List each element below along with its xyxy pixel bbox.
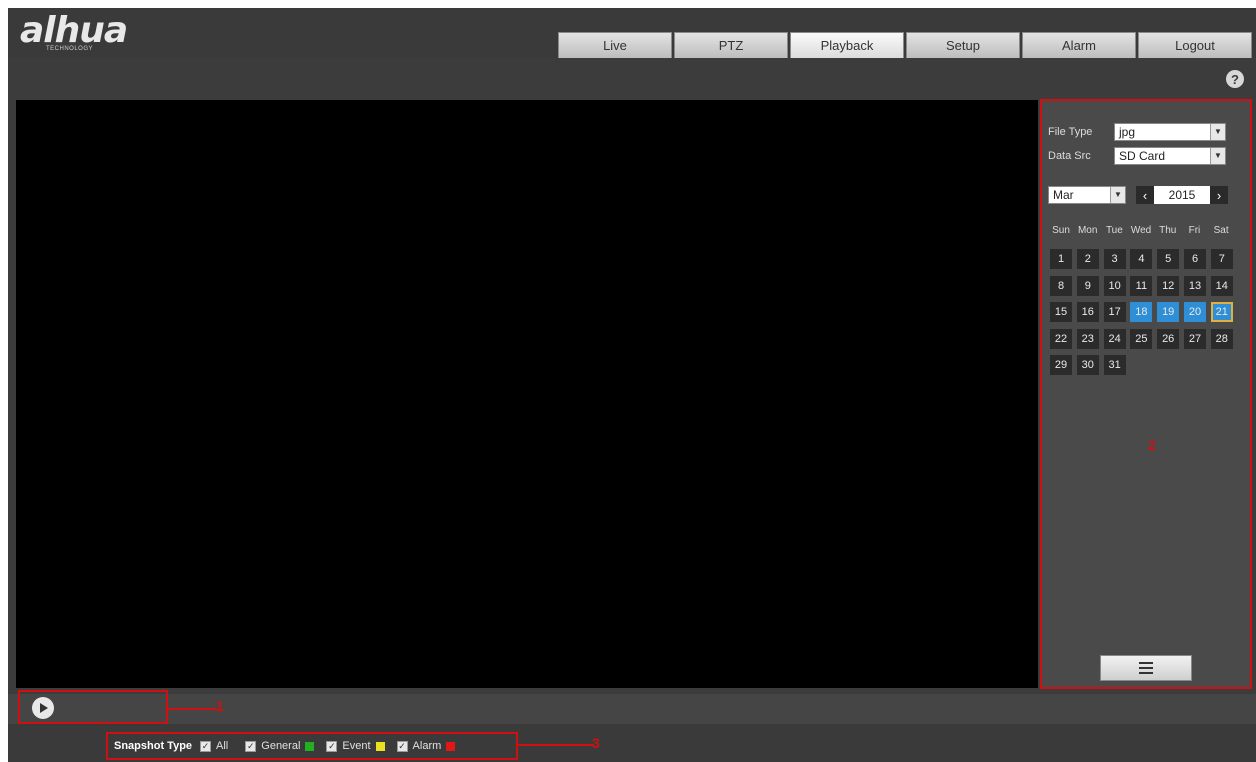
chevron-down-icon: ▼ xyxy=(1110,187,1125,203)
calendar-day[interactable]: 26 xyxy=(1157,328,1180,349)
calendar-day[interactable]: 30 xyxy=(1076,355,1099,375)
snapshot-filter-all[interactable]: ✓ All xyxy=(200,740,233,752)
data-src-row: Data Src SD Card ▼ xyxy=(1048,147,1226,165)
next-year-button[interactable]: › xyxy=(1210,186,1228,204)
play-icon[interactable] xyxy=(32,697,54,719)
weekday-label: Wed xyxy=(1130,225,1152,236)
list-icon xyxy=(1139,662,1153,674)
calendar-day[interactable]: 15 xyxy=(1050,302,1072,322)
file-list-button[interactable] xyxy=(1100,655,1192,681)
calendar-day[interactable]: 21 xyxy=(1210,302,1233,322)
month-select[interactable]: Mar ▼ xyxy=(1048,186,1126,204)
calendar-day[interactable]: 27 xyxy=(1184,328,1206,349)
file-type-select[interactable]: jpg ▼ xyxy=(1114,123,1226,141)
data-src-label: Data Src xyxy=(1048,150,1091,162)
snapshot-type-bar: Snapshot Type ✓ All ✓ General ✓ Event ✓ … xyxy=(8,724,1256,762)
snapshot-all-label: All xyxy=(216,740,229,752)
calendar-day[interactable]: 16 xyxy=(1076,302,1099,322)
snapshot-type-region: Snapshot Type ✓ All ✓ General ✓ Event ✓ … xyxy=(106,732,518,760)
weekday-label: Tue xyxy=(1105,225,1123,236)
calendar-day[interactable]: 4 xyxy=(1130,249,1153,269)
checkbox-all[interactable]: ✓ xyxy=(200,740,212,752)
calendar-day[interactable]: 5 xyxy=(1157,249,1180,269)
calendar-day[interactable]: 14 xyxy=(1210,275,1233,296)
snapshot-type-label: Snapshot Type xyxy=(114,740,193,752)
region-marker-1: 1 xyxy=(216,698,224,714)
weekday-label: Fri xyxy=(1188,225,1201,236)
calendar-day[interactable]: 10 xyxy=(1103,275,1126,296)
checkbox-alarm[interactable]: ✓ xyxy=(396,740,408,752)
snapshot-alarm-label: Alarm xyxy=(412,740,442,752)
region-marker-3: 3 xyxy=(592,735,600,751)
calendar-day[interactable]: 31 xyxy=(1103,355,1126,375)
callout-line-3 xyxy=(518,744,594,746)
play-control-region xyxy=(18,690,168,724)
file-type-label: File Type xyxy=(1048,126,1093,138)
calendar-day[interactable]: 1 xyxy=(1050,249,1072,269)
calendar-day[interactable]: 25 xyxy=(1130,328,1153,349)
calendar-day[interactable]: 8 xyxy=(1050,275,1072,296)
tab-playback[interactable]: Playback xyxy=(790,32,904,58)
calendar-day[interactable]: 12 xyxy=(1157,275,1180,296)
prev-year-button[interactable]: ‹ xyxy=(1136,186,1154,204)
calendar-day[interactable]: 23 xyxy=(1076,328,1099,349)
month-value: Mar xyxy=(1053,188,1074,202)
snapshot-filter-general[interactable]: ✓ General xyxy=(245,740,315,752)
calendar-day[interactable]: 11 xyxy=(1130,275,1153,296)
tab-ptz[interactable]: PTZ xyxy=(674,32,788,58)
tab-logout[interactable]: Logout xyxy=(1138,32,1252,58)
calendar-day[interactable]: 29 xyxy=(1050,355,1072,375)
search-side-panel: File Type jpg ▼ Data Src SD Card ▼ Mar ▼… xyxy=(1040,99,1252,689)
file-type-row: File Type jpg ▼ xyxy=(1048,123,1226,141)
weekday-label: Sun xyxy=(1052,225,1070,236)
weekday-label: Sat xyxy=(1213,225,1229,236)
calendar-day[interactable]: 3 xyxy=(1103,249,1126,269)
brand-logo: alhua xyxy=(20,10,128,51)
data-src-value: SD Card xyxy=(1119,149,1166,163)
snapshot-general-label: General xyxy=(261,740,301,752)
snapshot-filter-alarm[interactable]: ✓ Alarm xyxy=(396,740,456,752)
file-type-value: jpg xyxy=(1119,125,1136,139)
snapshot-event-label: Event xyxy=(342,740,371,752)
general-color-swatch xyxy=(305,741,315,751)
sub-toolbar: ? xyxy=(8,58,1256,96)
top-header: alhua TECHNOLOGY Live PTZ Playback Setup… xyxy=(8,8,1256,58)
snapshot-filter-event[interactable]: ✓ Event xyxy=(326,740,385,752)
calendar-day[interactable]: 28 xyxy=(1210,328,1233,349)
calendar-day[interactable]: 7 xyxy=(1210,249,1233,269)
tab-setup[interactable]: Setup xyxy=(906,32,1020,58)
checkbox-event[interactable]: ✓ xyxy=(326,740,338,752)
data-src-select[interactable]: SD Card ▼ xyxy=(1114,147,1226,165)
alarm-color-swatch xyxy=(446,741,456,751)
calendar-day[interactable]: 9 xyxy=(1076,275,1099,296)
calendar-day[interactable]: 2 xyxy=(1076,249,1099,269)
calendar-day[interactable]: 18 xyxy=(1130,302,1153,322)
main-area: File Type jpg ▼ Data Src SD Card ▼ Mar ▼… xyxy=(8,96,1256,694)
playback-controls-bar: 1 xyxy=(8,690,1256,724)
month-year-row: Mar ▼ ‹ 2015 › xyxy=(1048,186,1228,204)
event-color-swatch xyxy=(375,741,385,751)
year-value: 2015 xyxy=(1154,186,1210,204)
tab-alarm[interactable]: Alarm xyxy=(1022,32,1136,58)
video-playback-window[interactable] xyxy=(16,100,1038,688)
help-icon[interactable]: ? xyxy=(1226,70,1244,88)
calendar-weekdays: Sun Mon Tue Wed Thu Fri Sat xyxy=(1048,225,1235,236)
main-nav-tabs: Live PTZ Playback Setup Alarm Logout xyxy=(558,32,1254,58)
chevron-down-icon: ▼ xyxy=(1210,148,1225,164)
callout-line-1 xyxy=(168,708,218,710)
weekday-label: Thu xyxy=(1159,225,1177,236)
calendar-day[interactable]: 13 xyxy=(1184,275,1206,296)
calendar-day[interactable]: 19 xyxy=(1157,302,1180,322)
tab-live[interactable]: Live xyxy=(558,32,672,58)
calendar-day[interactable]: 22 xyxy=(1050,328,1072,349)
chevron-down-icon: ▼ xyxy=(1210,124,1225,140)
calendar-day[interactable]: 24 xyxy=(1103,328,1126,349)
calendar-day[interactable]: 20 xyxy=(1184,302,1206,322)
calendar-day[interactable]: 17 xyxy=(1103,302,1126,322)
checkbox-general[interactable]: ✓ xyxy=(245,740,257,752)
weekday-label: Mon xyxy=(1077,225,1098,236)
calendar-day[interactable]: 6 xyxy=(1184,249,1206,269)
region-marker-2: 2 xyxy=(1148,437,1156,453)
brand-subtitle: TECHNOLOGY xyxy=(46,46,94,52)
